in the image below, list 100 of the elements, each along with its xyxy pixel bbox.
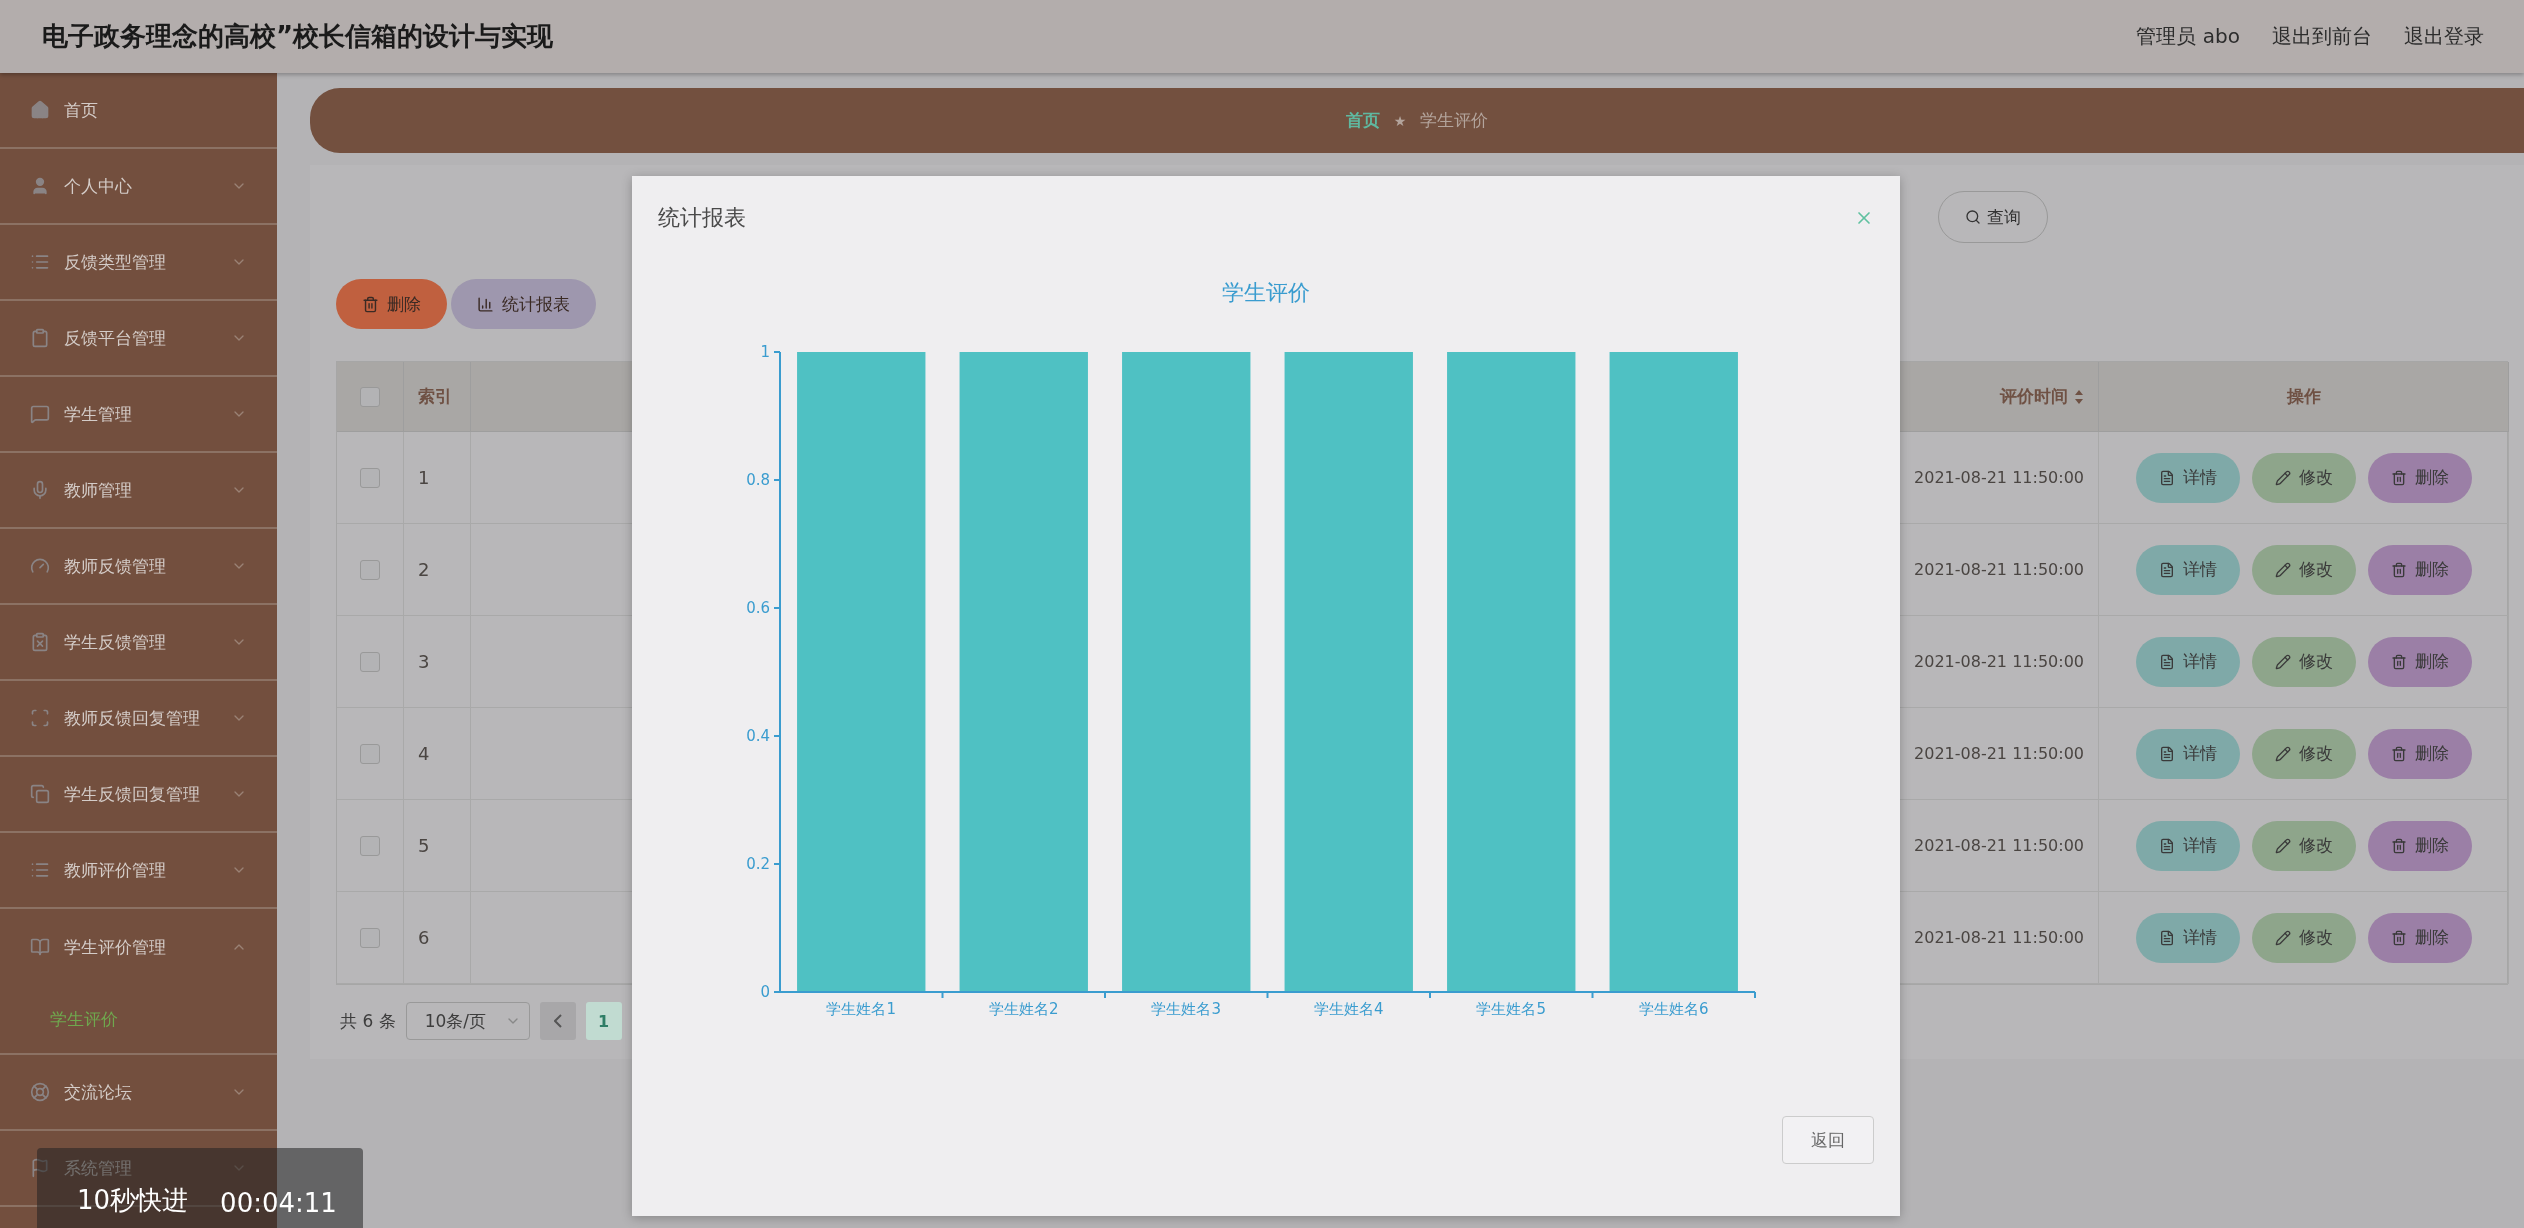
- back-button[interactable]: 返回: [1782, 1116, 1874, 1164]
- gauge-icon: [30, 556, 50, 576]
- document-icon: [2158, 561, 2175, 578]
- report-button[interactable]: 统计报表: [451, 279, 596, 329]
- home-icon: [30, 100, 50, 120]
- row-checkbox[interactable]: [360, 559, 380, 580]
- chevron-left-icon: [553, 1014, 562, 1028]
- dialog-title: 统计报表: [658, 204, 746, 232]
- pencil-icon: [2274, 561, 2291, 578]
- trash-icon: [2390, 745, 2407, 762]
- clipboard-icon: [30, 632, 50, 652]
- breadcrumb-item[interactable]: 首页: [1345, 109, 1380, 132]
- detail-button[interactable]: 详情: [2135, 636, 2240, 687]
- trash-icon: [2390, 929, 2407, 946]
- query-button[interactable]: 查询: [1938, 191, 2048, 243]
- sidebar-item[interactable]: 教师管理: [64, 478, 217, 502]
- table-cell: 2021-08-21 11:50:00: [1914, 744, 2084, 763]
- sidebar-subitem[interactable]: 学生评价: [0, 985, 277, 1055]
- trash-icon: [2390, 653, 2407, 670]
- trash-icon: [2390, 561, 2407, 578]
- table-cell: 4: [418, 743, 430, 764]
- list-icon: [30, 252, 50, 272]
- sidebar-item[interactable]: 教师反馈回复管理: [64, 706, 217, 730]
- detail-button[interactable]: 详情: [2135, 728, 2240, 779]
- sidebar-item[interactable]: 学生反馈回复管理: [64, 782, 217, 806]
- column-header[interactable]: 评价时间: [2000, 385, 2068, 408]
- bar-chart-icon: [477, 295, 494, 313]
- detail-button[interactable]: 详情: [2135, 912, 2240, 963]
- document-icon: [2158, 837, 2175, 854]
- chart-title: 学生评价: [1222, 280, 1310, 305]
- trash-icon: [2390, 837, 2407, 854]
- list-icon: [30, 860, 50, 880]
- header-link[interactable]: 退出登录: [2404, 23, 2484, 50]
- user-icon: [30, 176, 50, 196]
- pencil-icon: [2274, 469, 2291, 486]
- edit-button[interactable]: 修改: [2251, 728, 2356, 779]
- edit-button[interactable]: 修改: [2251, 820, 2356, 871]
- header-link[interactable]: 退出到前台: [2272, 23, 2372, 50]
- sidebar-item[interactable]: 交流论坛: [64, 1080, 217, 1104]
- edit-button[interactable]: 修改: [2251, 452, 2356, 503]
- edit-button[interactable]: 修改: [2251, 544, 2356, 595]
- delete-button[interactable]: 删除: [2367, 728, 2472, 779]
- video-time: 00:04:11: [220, 1188, 337, 1218]
- sidebar-item[interactable]: 首页: [64, 98, 247, 122]
- delete-button[interactable]: 删除: [336, 279, 447, 329]
- edit-button[interactable]: 修改: [2251, 636, 2356, 687]
- delete-button[interactable]: 删除: [2367, 544, 2472, 595]
- chat-icon: [30, 404, 50, 424]
- row-checkbox[interactable]: [360, 743, 380, 764]
- table-cell: 3: [418, 651, 430, 672]
- row-checkbox[interactable]: [360, 835, 380, 856]
- row-checkbox[interactable]: [360, 927, 380, 948]
- table-cell: 6: [418, 927, 430, 948]
- detail-button[interactable]: 详情: [2135, 452, 2240, 503]
- category-label: 学生姓名5: [1476, 1000, 1546, 1018]
- prev-page-button[interactable]: [539, 1002, 576, 1040]
- sidebar-item[interactable]: 教师反馈管理: [64, 554, 217, 578]
- row-checkbox[interactable]: [360, 651, 380, 672]
- axis-tick-label: 0.6: [746, 599, 770, 617]
- header-link[interactable]: 管理员 abo: [2136, 23, 2240, 50]
- table-cell: 2021-08-21 11:50:00: [1914, 652, 2084, 671]
- document-icon: [2158, 653, 2175, 670]
- sidebar-item[interactable]: 系统管理: [64, 1156, 217, 1180]
- delete-button[interactable]: 删除: [2367, 912, 2472, 963]
- detail-button[interactable]: 详情: [2135, 820, 2240, 871]
- sidebar-item[interactable]: 学生反馈管理: [64, 630, 217, 654]
- axis-tick-label: 0: [760, 983, 770, 1001]
- select-all-checkbox[interactable]: [360, 386, 380, 407]
- axis-tick-label: 0.8: [746, 471, 770, 489]
- document-icon: [2158, 469, 2175, 486]
- table-cell: 5: [418, 835, 430, 856]
- delete-button[interactable]: 删除: [2367, 820, 2472, 871]
- sort-icon[interactable]: [2074, 388, 2084, 405]
- table-cell: 2021-08-21 11:50:00: [1914, 928, 2084, 947]
- delete-button[interactable]: 删除: [2367, 636, 2472, 687]
- column-header: 索引: [418, 385, 452, 408]
- edit-button[interactable]: 修改: [2251, 912, 2356, 963]
- category-label: 学生姓名1: [826, 1000, 896, 1018]
- pencil-icon: [2274, 837, 2291, 854]
- flag-icon: [30, 1158, 50, 1178]
- sidebar-item[interactable]: 学生管理: [64, 402, 217, 426]
- sidebar-item[interactable]: 教师评价管理: [64, 858, 217, 882]
- sidebar-item[interactable]: 个人中心: [64, 174, 217, 198]
- sidebar-item[interactable]: 反馈平台管理: [64, 326, 217, 350]
- sidebar-item[interactable]: 学生评价管理: [64, 935, 217, 959]
- table-cell: 2021-08-21 11:50:00: [1914, 560, 2084, 579]
- category-label: 学生姓名3: [1151, 1000, 1221, 1018]
- detail-button[interactable]: 详情: [2135, 544, 2240, 595]
- fast-forward-label: 10秒快进: [77, 1184, 189, 1217]
- page-size-select[interactable]: 10条/页: [405, 1002, 530, 1040]
- axis-tick-label: 1: [760, 343, 770, 361]
- book-icon: [30, 937, 50, 957]
- page-button[interactable]: 1: [585, 1002, 622, 1040]
- delete-button[interactable]: 删除: [2367, 452, 2472, 503]
- copy-icon: [30, 784, 50, 804]
- row-checkbox[interactable]: [360, 467, 380, 488]
- app-title: 电子政务理念的高校”校长信箱的设计与实现: [42, 20, 554, 53]
- microphone-icon: [30, 480, 50, 500]
- total-count: 共 6 条: [340, 1009, 396, 1033]
- sidebar-item[interactable]: 反馈类型管理: [64, 250, 217, 274]
